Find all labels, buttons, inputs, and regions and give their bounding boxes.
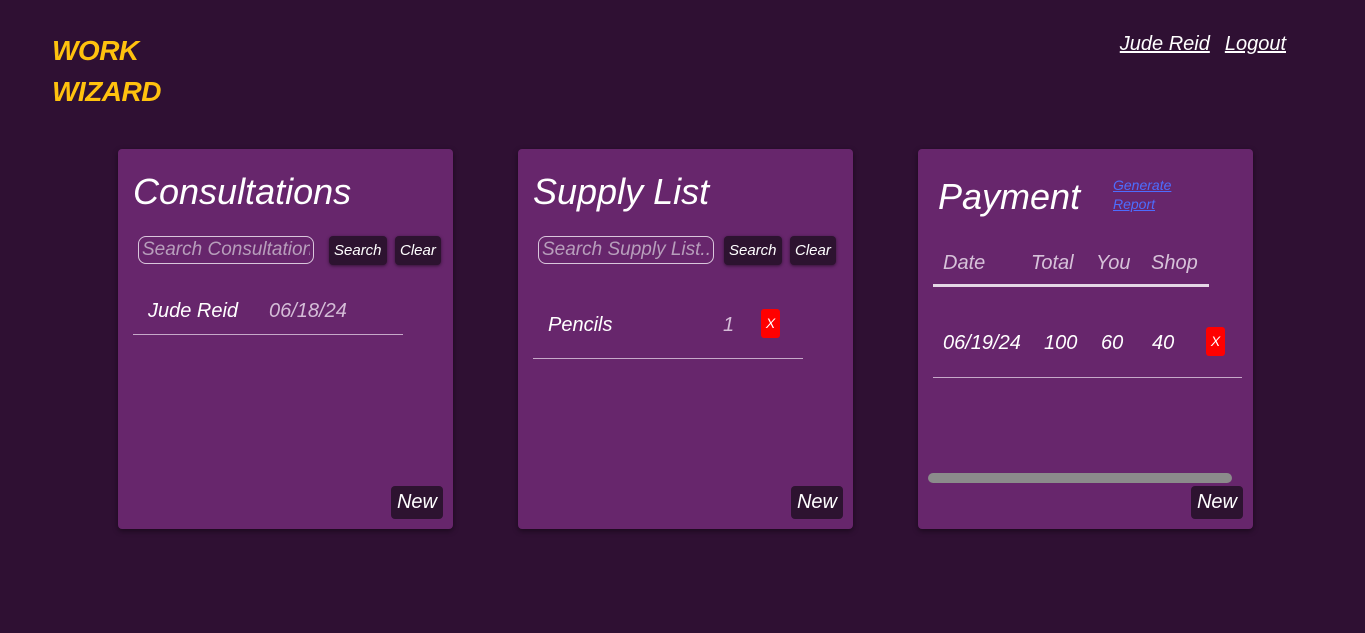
payment-header-date: Date <box>943 252 986 274</box>
consultation-row[interactable]: Jude Reid 06/18/24 <box>133 290 403 335</box>
payment-total: 100 <box>1044 332 1078 354</box>
supply-list-title: Supply List <box>533 171 710 212</box>
brand-line-1: WORK <box>52 35 139 66</box>
consultations-search-button[interactable]: Search <box>329 236 387 265</box>
brand-logo[interactable]: WORK WIZARD <box>52 30 161 112</box>
payment-shop: 40 <box>1152 332 1175 354</box>
payment-header-divider <box>933 284 1209 287</box>
consultations-search-input[interactable] <box>138 236 314 264</box>
supply-search-input[interactable] <box>538 236 714 264</box>
payment-header-total: Total <box>1031 252 1074 274</box>
payment-row[interactable]: 06/19/24 100 60 40 X <box>933 313 1242 378</box>
supply-clear-button[interactable]: Clear <box>790 236 836 265</box>
payment-title: Payment <box>938 176 1081 217</box>
supply-list-card: Supply List Search Clear Pencils 1 X New <box>518 149 853 529</box>
consultations-clear-button[interactable]: Clear <box>395 236 441 265</box>
consultations-new-button[interactable]: New <box>390 486 443 519</box>
payment-new-button[interactable]: New <box>1190 486 1243 519</box>
consultations-title: Consultations <box>133 171 352 212</box>
supply-remove-button[interactable]: X <box>761 309 780 338</box>
supply-search-button[interactable]: Search <box>724 236 782 265</box>
top-nav: Jude Reid Logout <box>1120 33 1286 56</box>
supply-item-name: Pencils <box>548 314 613 336</box>
user-profile-link[interactable]: Jude Reid <box>1120 33 1210 56</box>
payment-header-shop: Shop <box>1151 252 1198 274</box>
payment-horizontal-scrollbar[interactable] <box>928 473 1232 483</box>
brand-line-2: WIZARD <box>52 76 161 107</box>
consultations-card: Consultations Search Clear Jude Reid 06/… <box>118 149 453 529</box>
consultation-date: 06/18/24 <box>269 300 347 322</box>
generate-report-link[interactable]: Generate Report <box>1113 176 1183 214</box>
payment-date: 06/19/24 <box>943 332 1021 354</box>
consultation-client-name: Jude Reid <box>148 300 239 322</box>
supply-row[interactable]: Pencils 1 X <box>533 294 803 359</box>
payment-remove-button[interactable]: X <box>1206 327 1225 356</box>
payment-you: 60 <box>1101 332 1124 354</box>
logout-link[interactable]: Logout <box>1225 33 1286 56</box>
payment-header-you: You <box>1096 252 1131 274</box>
payment-card: Payment Generate Report Date Total You S… <box>918 149 1253 529</box>
supply-item-quantity: 1 <box>723 314 735 336</box>
supply-new-button[interactable]: New <box>790 486 843 519</box>
